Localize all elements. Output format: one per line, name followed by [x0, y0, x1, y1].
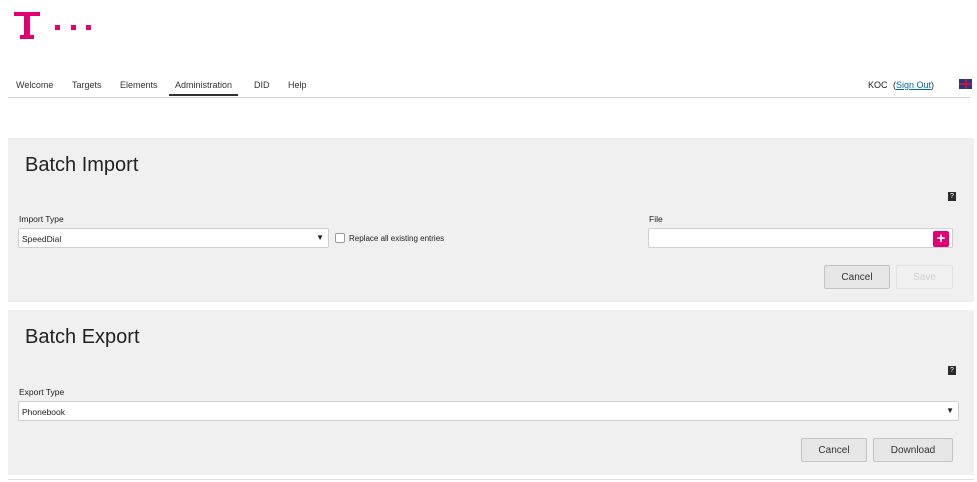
signout-close-paren: )	[931, 80, 935, 90]
main-nav: Welcome Targets Elements Administration …	[8, 73, 972, 98]
export-type-select[interactable]: Phonebook ▼	[18, 401, 959, 421]
logo-dot	[86, 25, 91, 30]
divider	[8, 479, 974, 480]
logo-dot	[55, 25, 60, 30]
telekom-logo	[14, 12, 91, 42]
export-type-label: Export Type	[19, 387, 65, 397]
uk-flag-icon[interactable]	[959, 79, 972, 89]
nav-item-help[interactable]: Help	[288, 80, 307, 90]
help-icon[interactable]: ?	[948, 192, 956, 201]
export-type-value: Phonebook	[22, 407, 66, 417]
signout-link-wrapper: (Sign Out)	[893, 80, 934, 90]
import-save-button[interactable]: Save	[896, 265, 953, 289]
batch-export-panel: Batch Export ? Export Type Phonebook ▼ C…	[8, 310, 974, 475]
file-field[interactable]	[648, 228, 953, 248]
batch-import-title: Batch Import	[25, 154, 139, 176]
nav-item-welcome[interactable]: Welcome	[16, 80, 53, 90]
batch-import-panel: Batch Import ? Import Type SpeedDial ▼ R…	[8, 138, 974, 302]
download-button[interactable]: Download	[873, 438, 953, 462]
chevron-down-icon: ▼	[946, 406, 954, 415]
help-icon[interactable]: ?	[948, 366, 956, 375]
chevron-down-icon: ▼	[316, 233, 324, 242]
nav-item-targets[interactable]: Targets	[72, 80, 102, 90]
file-label: File	[649, 214, 663, 224]
logo-dot	[71, 25, 76, 30]
signout-link[interactable]: Sign Out	[896, 80, 931, 90]
user-name: KOC	[868, 80, 888, 90]
import-cancel-button[interactable]: Cancel	[824, 265, 890, 289]
nav-item-administration[interactable]: Administration	[169, 80, 239, 96]
export-cancel-button[interactable]: Cancel	[801, 438, 867, 462]
logo-t-foot	[20, 35, 34, 39]
nav-item-did[interactable]: DID	[254, 80, 270, 90]
import-type-select[interactable]: SpeedDial ▼	[18, 228, 329, 248]
replace-entries-label: Replace all existing entries	[349, 234, 445, 243]
add-file-icon[interactable]: +	[933, 231, 949, 247]
replace-entries-checkbox[interactable]	[335, 233, 345, 243]
import-type-label: Import Type	[19, 214, 64, 224]
nav-item-elements[interactable]: Elements	[120, 80, 158, 90]
import-type-value: SpeedDial	[22, 234, 62, 244]
batch-export-title: Batch Export	[25, 326, 140, 348]
